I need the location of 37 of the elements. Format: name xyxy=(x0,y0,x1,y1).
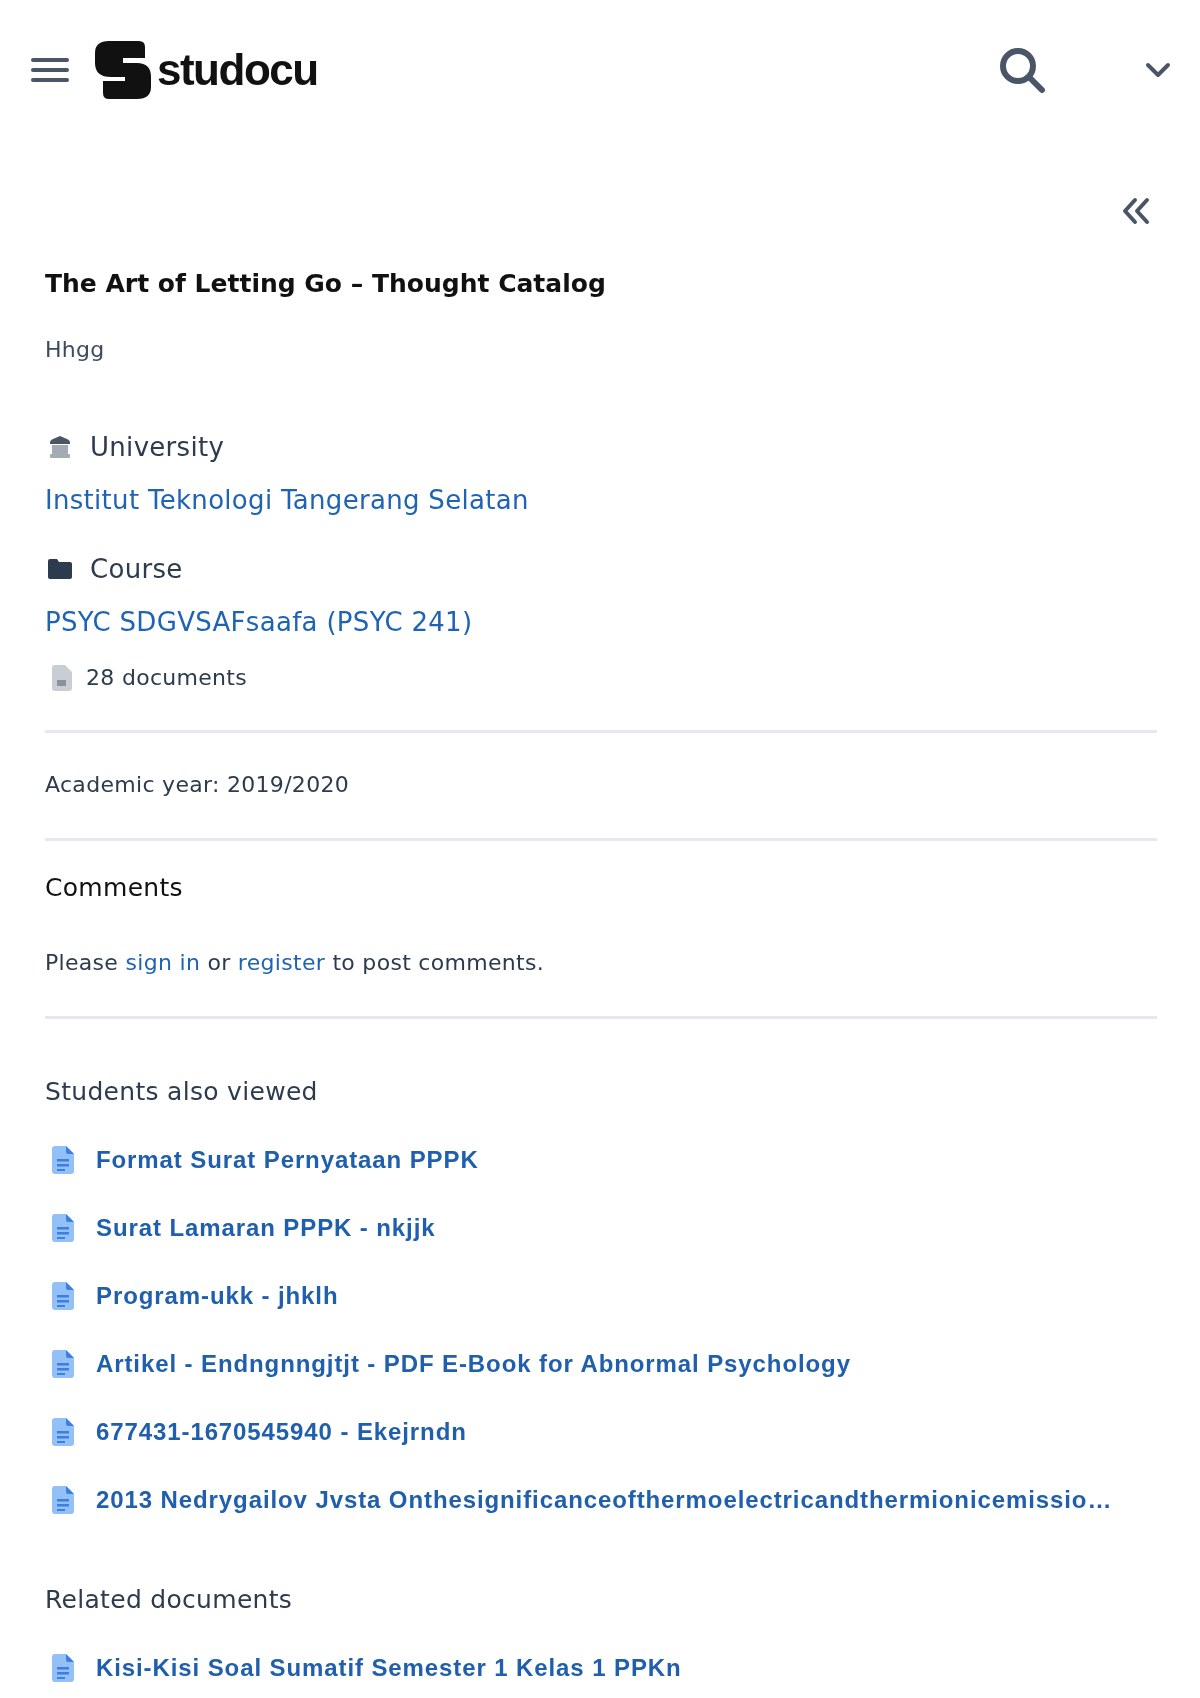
document-link[interactable]: Artikel - Endngnngjtjt - PDF E-Book for Abnormal Psychology xyxy=(45,1346,851,1382)
document-icon xyxy=(52,1214,74,1242)
document-icon xyxy=(52,1418,74,1446)
document-icon xyxy=(52,1282,74,1310)
section-heading: Students also viewed xyxy=(45,1076,319,1108)
document-description: Hhgg xyxy=(45,336,106,364)
chevron-down-icon[interactable] xyxy=(1145,62,1171,78)
document-link[interactable]: Program-ukk - jhklh xyxy=(45,1278,339,1314)
double-chevron-left-icon[interactable] xyxy=(1120,197,1150,225)
detail-label: University xyxy=(90,431,225,464)
section-heading: Related documents xyxy=(45,1584,294,1616)
document-title: The Art of Letting Go – Thought Catalog xyxy=(45,268,607,300)
logo-mark-icon[interactable] xyxy=(95,41,151,99)
document-link[interactable]: Format Surat Pernyataan PPPK xyxy=(45,1142,479,1178)
comments-heading: Comments xyxy=(45,872,184,904)
detail-link[interactable]: Institut Teknologi Tangerang Selatan xyxy=(45,482,529,518)
menu-icon[interactable] xyxy=(30,56,70,84)
institution-icon xyxy=(48,436,72,458)
sign-in-link[interactable]: sign in xyxy=(125,950,201,975)
comment-prompt: Please sign in or register to post comments. xyxy=(45,949,546,977)
search-icon[interactable] xyxy=(998,46,1046,94)
academic-year: Academic year: 2019/2020 xyxy=(45,771,351,799)
logo-wordmark[interactable]: studocu xyxy=(157,45,318,95)
document-link[interactable]: Kisi-Kisi Soal Sumatif Semester 1 Kelas 1 PPKn xyxy=(45,1650,682,1686)
folder-icon xyxy=(48,558,72,580)
register-link[interactable]: register xyxy=(237,950,326,975)
document-icon xyxy=(52,1350,74,1378)
document-icon xyxy=(52,665,72,691)
document-icon xyxy=(52,1654,74,1682)
document-link[interactable]: 2013 Nedrygailov Jvsta Onthesignificanceofthermoelectricandthermionicemissio… xyxy=(45,1482,1113,1518)
document-icon xyxy=(52,1146,74,1174)
document-icon xyxy=(52,1486,74,1514)
document-count: 28 documents xyxy=(86,664,248,692)
document-link[interactable]: Surat Lamaran PPPK - nkjjk xyxy=(45,1210,436,1246)
detail-link[interactable]: PSYC SDGVSAFsaafa (PSYC 241) xyxy=(45,604,473,640)
detail-label: Course xyxy=(90,553,183,586)
document-link[interactable]: 677431-1670545940 - Ekejrndn xyxy=(45,1414,467,1450)
